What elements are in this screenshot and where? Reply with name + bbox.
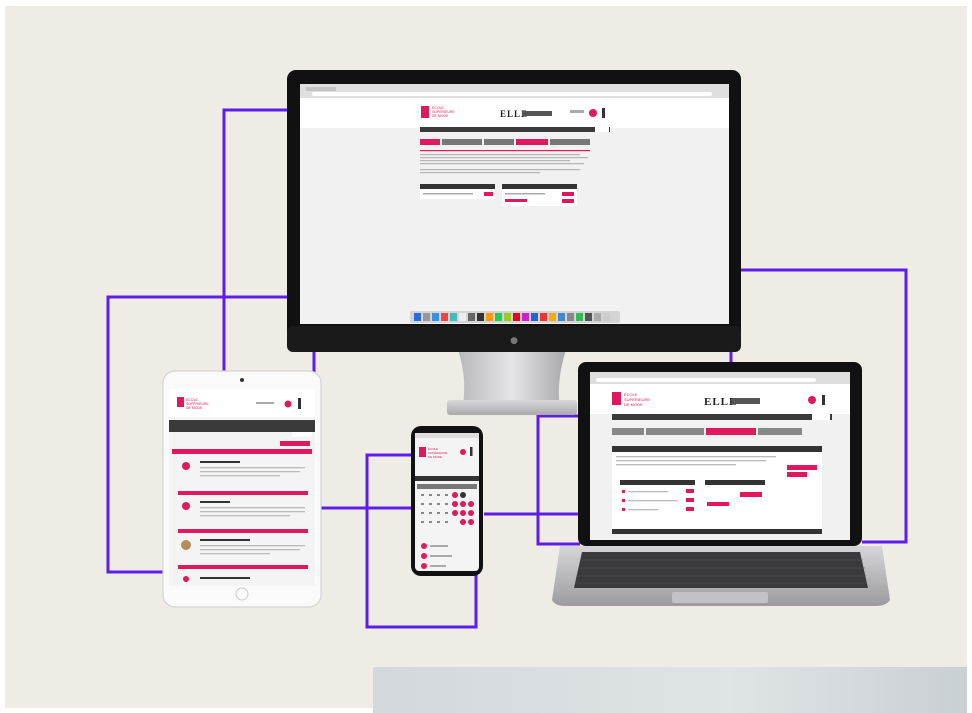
navbar-search: [595, 127, 609, 132]
laptop-brand-line-3: DE MODE: [624, 402, 643, 407]
panel-right-button-1: [562, 192, 574, 196]
tablet-camera: [240, 378, 244, 382]
tablet-menu-icon: [298, 398, 301, 409]
browser-address-bar: [312, 92, 712, 96]
brand-line-3: DE MODE: [432, 114, 449, 118]
panel-right-button-2: [505, 199, 527, 202]
phone-calendar-header: [417, 484, 477, 489]
laptop-cta-button-1: [787, 465, 817, 470]
tablet-header-text: [256, 402, 274, 404]
laptop-trackpad: [672, 592, 768, 603]
user-icon: [589, 109, 597, 117]
tab-active: [420, 139, 440, 145]
tablet-section-header: [172, 449, 312, 454]
laptop-tabs: [612, 428, 802, 435]
laptop-partner-logo-secondary: [732, 398, 760, 404]
panel-right-body: [502, 189, 577, 206]
tablet-top-button: [280, 441, 310, 446]
phone-user-icon: [460, 449, 466, 455]
laptop-user-icon: [808, 396, 816, 404]
tab-5: [550, 139, 590, 145]
browser-tab: [306, 87, 336, 91]
phone-brand-line-3: DE MODE: [428, 455, 442, 459]
tablet-brand-line-3: DE MODE: [186, 406, 203, 410]
apple-logo-icon: ●: [510, 336, 518, 346]
brand-logo-icon: [421, 106, 429, 118]
device-mockup-illustration: ● ÉCOLE SUPÉRIEURE DE MODE ELLE ÉCOLE SU…: [106, 70, 908, 629]
phone-menu-icon: [470, 447, 473, 456]
smartphone: ÉCOLE SUPÉRIEURE DE MODE: [411, 426, 483, 576]
tab-2: [442, 139, 482, 145]
tablet: ÉCOLE SUPÉRIEURE DE MODE: [162, 370, 322, 608]
connector-laptop-left: [536, 414, 580, 546]
laptop-footer-bar: [612, 529, 822, 534]
phone-navbar: [415, 476, 479, 481]
tablet-navbar-search: [292, 432, 312, 437]
laptop-cta-button-2: [787, 472, 807, 477]
laptop-navbar: [612, 414, 832, 420]
promo-image: { "image": { "description_free": true, "…: [0, 0, 972, 713]
laptop-brand-logo-icon: [612, 392, 621, 405]
laptop-navbar-search: [812, 414, 830, 420]
tab-3: [484, 139, 514, 145]
tablet-screen: [169, 389, 315, 586]
laptop-section-header: [612, 446, 822, 452]
laptop: ÉCOLE SUPÉRIEURE DE MODE ELLE: [552, 362, 890, 606]
connector-desktop-tablet-top: [222, 108, 287, 378]
tabs-divider: [420, 150, 590, 152]
laptop-panel-right-button-2: [707, 502, 729, 506]
tablet-navbar: [169, 420, 315, 432]
partner-logo-secondary: [522, 111, 552, 116]
laptop-panel-right-button: [740, 492, 762, 497]
panel-right-button-3: [562, 199, 574, 203]
panel-right-text: [505, 193, 545, 195]
laptop-address-bar: [596, 378, 816, 382]
phone-status-bar: [415, 433, 479, 438]
tablet-user-icon: [284, 400, 292, 408]
panel-right-header: [502, 184, 577, 189]
header-account-text: [570, 110, 584, 113]
tablet-brand-logo-icon: [177, 397, 184, 407]
laptop-panel-right-header: [705, 480, 765, 485]
panel-left-text: [423, 193, 473, 195]
tab-4: [516, 139, 548, 145]
panel-left-button: [484, 192, 493, 196]
phone-brand-logo-icon: [419, 447, 426, 457]
laptop-keyboard: [574, 552, 868, 588]
laptop-panel-left-header: [620, 480, 695, 485]
menu-icon: [602, 108, 605, 118]
site-navbar: [420, 127, 610, 132]
laptop-menu-icon: [822, 395, 825, 405]
monitor-stand-base: [447, 400, 577, 415]
panel-left-header: [420, 184, 495, 189]
